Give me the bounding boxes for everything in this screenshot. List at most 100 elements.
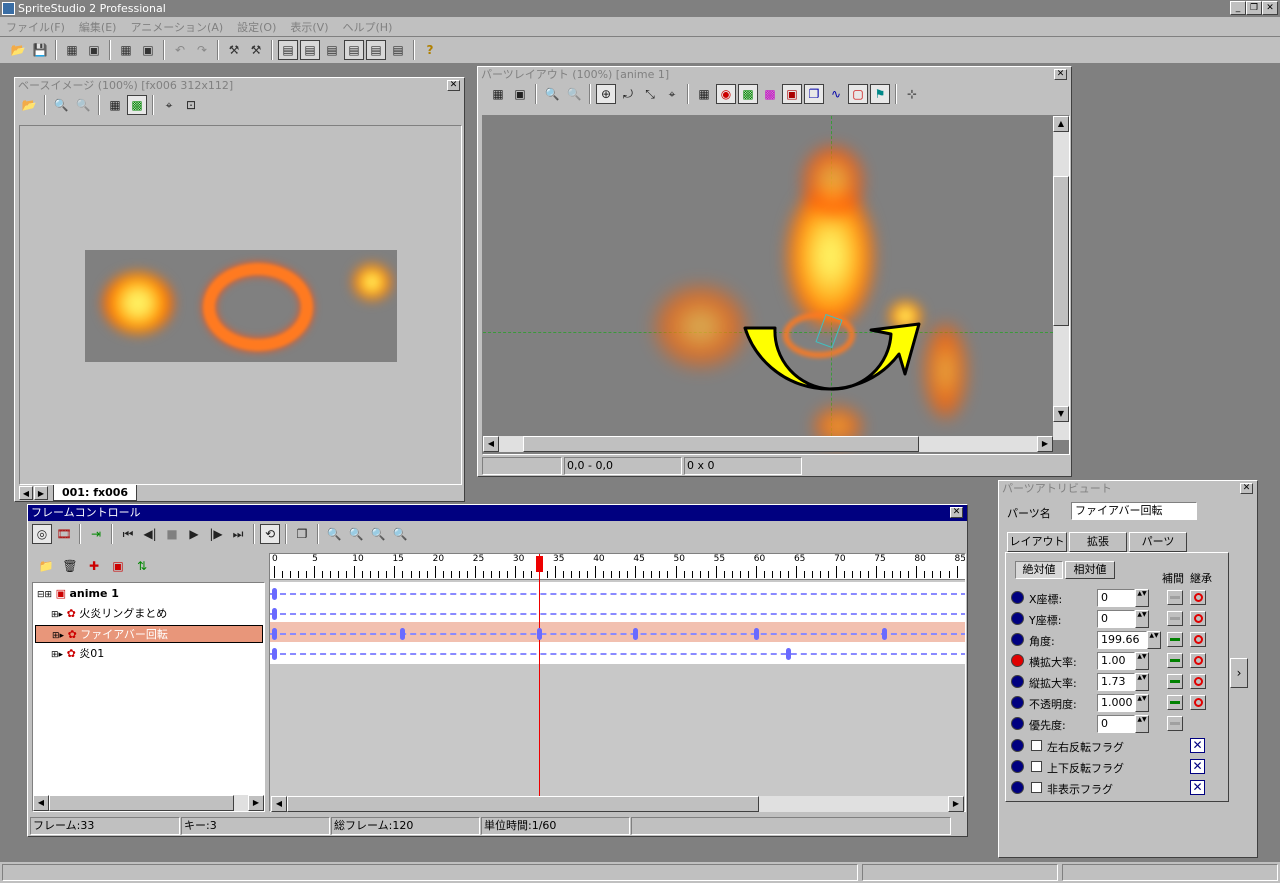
tab-next-button[interactable]: ▶ bbox=[34, 486, 48, 500]
save-icon[interactable]: ▣ bbox=[510, 84, 530, 104]
menu-settings[interactable]: 設定(O) bbox=[237, 19, 276, 35]
keyframe-marker[interactable] bbox=[272, 588, 277, 600]
flag-inherit-x-icon[interactable]: ✕ bbox=[1190, 738, 1205, 753]
attribute-close-button[interactable]: ✕ bbox=[1240, 483, 1253, 494]
subtab-relative[interactable]: 相対値 bbox=[1065, 561, 1115, 579]
scroll-right-button[interactable]: ▶ bbox=[248, 795, 264, 811]
tree-row-ring[interactable]: ⊞▸ ✿ 火炎リングまとめ bbox=[35, 605, 263, 623]
window-base-image-icon[interactable]: ▤ bbox=[278, 40, 298, 60]
interp-button[interactable] bbox=[1167, 611, 1183, 626]
layout-hscroll[interactable]: ◀ ▶ bbox=[483, 436, 1053, 452]
flag-inherit-x-icon[interactable]: ✕ bbox=[1190, 780, 1205, 795]
attr-key-dot[interactable] bbox=[1011, 612, 1024, 625]
curve-icon[interactable]: ∿ bbox=[826, 84, 846, 104]
parts-name-field[interactable]: ファイアバー回転 bbox=[1071, 502, 1197, 520]
attr-spin-button[interactable]: ▲▼ bbox=[1135, 694, 1149, 712]
tab-prev-button[interactable]: ◀ bbox=[19, 486, 33, 500]
flag-key-dot[interactable] bbox=[1011, 760, 1024, 773]
zoom-in-timeline-icon[interactable]: 🔍 bbox=[324, 524, 344, 544]
timeline-track[interactable] bbox=[270, 644, 965, 664]
last-frame-icon[interactable]: ⏭ bbox=[228, 524, 248, 544]
tab-layout[interactable]: レイアウト bbox=[1007, 532, 1067, 552]
keyframe-marker[interactable] bbox=[785, 648, 791, 660]
trash-icon[interactable]: 🗑 bbox=[60, 556, 80, 576]
keyframe-marker[interactable] bbox=[272, 608, 277, 620]
pivot-icon[interactable]: ⌖ bbox=[662, 84, 682, 104]
base-image-canvas[interactable] bbox=[19, 125, 462, 485]
menu-edit[interactable]: 編集(E) bbox=[79, 19, 117, 35]
frame-control-close-button[interactable]: ✕ bbox=[950, 507, 963, 518]
attr-key-dot[interactable] bbox=[1011, 654, 1024, 667]
move-icon[interactable]: ⊕ bbox=[596, 84, 616, 104]
zoom-reset-icon[interactable]: 🔍 bbox=[390, 524, 410, 544]
flag-icon[interactable]: ⚑ bbox=[870, 84, 890, 104]
bg-icon[interactable]: ▣ bbox=[782, 84, 802, 104]
zoom-in-icon[interactable]: 🔍 bbox=[51, 95, 71, 115]
flag-checkbox[interactable] bbox=[1031, 740, 1042, 751]
window-b-icon[interactable]: ▤ bbox=[344, 40, 364, 60]
redo-icon[interactable]: ↷ bbox=[192, 40, 212, 60]
inherit-button[interactable] bbox=[1190, 653, 1206, 668]
timeline-hscroll[interactable]: ◀ ▶ bbox=[271, 796, 964, 812]
menu-animation[interactable]: アニメーション(A) bbox=[130, 19, 223, 35]
scroll-right-button[interactable]: ▶ bbox=[1037, 436, 1053, 452]
keyframe-marker[interactable] bbox=[753, 628, 759, 640]
parts-layout-close-button[interactable]: ✕ bbox=[1054, 69, 1067, 80]
select-icon[interactable]: ⌖ bbox=[159, 95, 179, 115]
menu-view[interactable]: 表示(V) bbox=[290, 19, 328, 35]
inherit-button[interactable] bbox=[1190, 695, 1206, 710]
attr-key-dot[interactable] bbox=[1011, 717, 1024, 730]
interp-button[interactable] bbox=[1167, 695, 1183, 710]
save-project-icon[interactable]: ▣ bbox=[84, 40, 104, 60]
scroll-left-button[interactable]: ◀ bbox=[33, 795, 49, 811]
attr-value-field[interactable]: 1.73 bbox=[1097, 673, 1135, 691]
color-icon[interactable]: ▩ bbox=[738, 84, 758, 104]
timeline-track[interactable] bbox=[270, 624, 965, 644]
guide-icon[interactable]: ◉ bbox=[716, 84, 736, 104]
interp-button[interactable] bbox=[1167, 632, 1183, 647]
interp-button[interactable] bbox=[1167, 716, 1183, 731]
layout-vscroll[interactable]: ▲ ▼ bbox=[1053, 116, 1069, 440]
zoom-fit-icon[interactable]: 🔍 bbox=[368, 524, 388, 544]
inherit-button[interactable] bbox=[1190, 632, 1206, 647]
flag-key-dot[interactable] bbox=[1011, 739, 1024, 752]
minimize-button[interactable]: _ bbox=[1230, 1, 1246, 15]
attr-spin-button[interactable]: ▲▼ bbox=[1147, 631, 1161, 649]
tree-hscroll[interactable]: ◀ ▶ bbox=[33, 795, 264, 811]
flag-inherit-x-icon[interactable]: ✕ bbox=[1190, 759, 1205, 774]
attr-spin-button[interactable]: ▲▼ bbox=[1135, 673, 1149, 691]
stop-icon[interactable]: ■ bbox=[162, 524, 182, 544]
inherit-button[interactable] bbox=[1190, 674, 1206, 689]
attr-value-field[interactable]: 0 bbox=[1097, 610, 1135, 628]
window-c-icon[interactable]: ▤ bbox=[366, 40, 386, 60]
attr-spin-button[interactable]: ▲▼ bbox=[1135, 610, 1149, 628]
window-parts-layout-icon[interactable]: ▤ bbox=[300, 40, 320, 60]
tab-extend[interactable]: 拡張 bbox=[1069, 532, 1127, 552]
menu-help[interactable]: ヘルプ(H) bbox=[343, 19, 393, 35]
anim-icon[interactable]: ▢ bbox=[848, 84, 868, 104]
keyframe-marker[interactable] bbox=[882, 628, 888, 640]
rotate-icon[interactable]: ⤾ bbox=[618, 84, 638, 104]
vscroll-thumb[interactable] bbox=[1053, 176, 1069, 326]
hscroll-thumb[interactable] bbox=[523, 436, 919, 452]
tool-a-icon[interactable]: ⚒ bbox=[224, 40, 244, 60]
attr-key-dot[interactable] bbox=[1011, 633, 1024, 646]
crop-icon[interactable]: ⊡ bbox=[181, 95, 201, 115]
next-frame-icon[interactable]: |▶ bbox=[206, 524, 226, 544]
zoom-out-timeline-icon[interactable]: 🔍 bbox=[346, 524, 366, 544]
crop-icon[interactable]: ⊹ bbox=[902, 84, 922, 104]
move-part-icon[interactable]: ⇅ bbox=[132, 556, 152, 576]
restore-button[interactable]: ❐ bbox=[1246, 1, 1262, 15]
window-a-icon[interactable]: ▤ bbox=[322, 40, 342, 60]
interp-button[interactable] bbox=[1167, 674, 1183, 689]
loop-icon[interactable]: ⟲ bbox=[260, 524, 280, 544]
timeline-ruler[interactable]: 0 5 10 15 20 25 30 35 40 45 50 55 60 65 70 75 80 85 bbox=[270, 554, 965, 580]
tab-fx006[interactable]: 001: fx006 bbox=[53, 485, 138, 501]
timeline-track[interactable] bbox=[270, 604, 965, 624]
attr-key-dot[interactable] bbox=[1011, 591, 1024, 604]
layout-canvas[interactable]: ▲ ▼ ◀ ▶ bbox=[482, 115, 1070, 455]
interp-button[interactable] bbox=[1167, 590, 1183, 605]
color-grid-icon[interactable]: ▩ bbox=[127, 95, 147, 115]
open-project-icon[interactable]: ▦ bbox=[62, 40, 82, 60]
scale-icon[interactable]: ⤡ bbox=[640, 84, 660, 104]
